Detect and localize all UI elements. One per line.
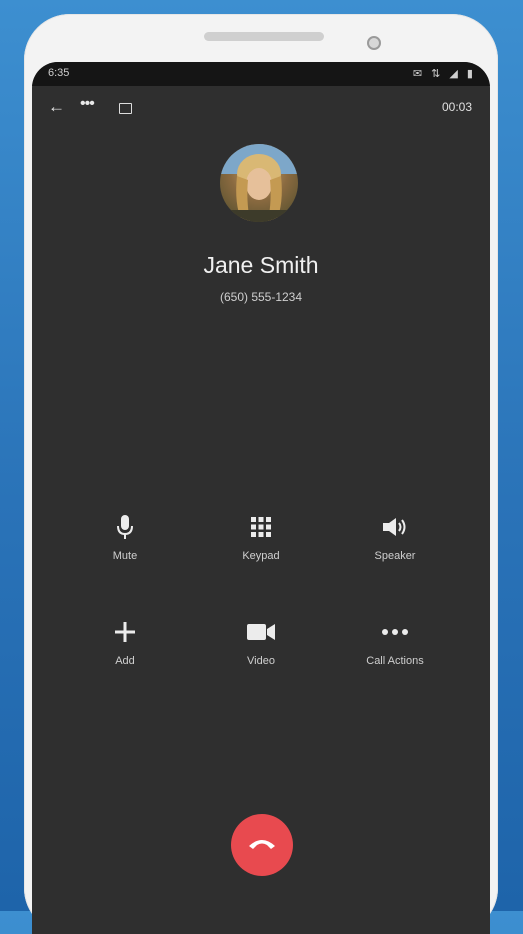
status-bar: 6:35 ✉ ⇅ ◢ ▮ [32, 62, 490, 86]
more-options-icon[interactable]: ••• [80, 95, 95, 113]
in-call-screen: 6:35 ✉ ⇅ ◢ ▮ ← ••• 00:03 Jane Smith (650… [32, 62, 490, 934]
keypad-icon [206, 510, 316, 544]
contact-number: (650) 555-1234 [219, 290, 303, 304]
video-label: Video [247, 655, 275, 667]
earpiece-speaker [204, 32, 324, 41]
mute-label: Mute [112, 550, 138, 562]
sim-card-icon [119, 103, 132, 114]
more-horizontal-icon [340, 615, 450, 649]
keypad-label: Keypad [242, 550, 280, 562]
mute-button[interactable]: Mute [70, 510, 180, 562]
call-toolbar: ← ••• 00:03 [32, 86, 490, 130]
speaker-button[interactable]: Speaker [340, 510, 450, 562]
add-call-button[interactable]: Add [70, 615, 180, 667]
add-label: Add [115, 655, 135, 667]
microphone-icon [70, 510, 180, 544]
call-timer: 00:03 [441, 100, 472, 114]
speaker-label: Speaker [374, 550, 416, 562]
keypad-button[interactable]: Keypad [206, 510, 316, 562]
video-button[interactable]: Video [206, 615, 316, 667]
contact-avatar [220, 144, 298, 222]
call-actions-button[interactable]: Call Actions [340, 615, 450, 667]
end-call-button[interactable] [231, 814, 293, 876]
front-camera [367, 36, 381, 50]
status-time: 6:35 [48, 67, 70, 79]
video-camera-icon [206, 615, 316, 649]
call-actions-label: Call Actions [366, 655, 424, 667]
plus-icon [70, 615, 180, 649]
status-icons: ✉ ⇅ ◢ ▮ [412, 68, 476, 80]
back-arrow-icon[interactable]: ← [48, 97, 65, 117]
speaker-icon [340, 510, 450, 544]
hang-up-icon [247, 836, 277, 855]
contact-name: Jane Smith [203, 252, 319, 278]
phone-frame: 6:35 ✉ ⇅ ◢ ▮ ← ••• 00:03 Jane Smith (650… [24, 14, 498, 934]
